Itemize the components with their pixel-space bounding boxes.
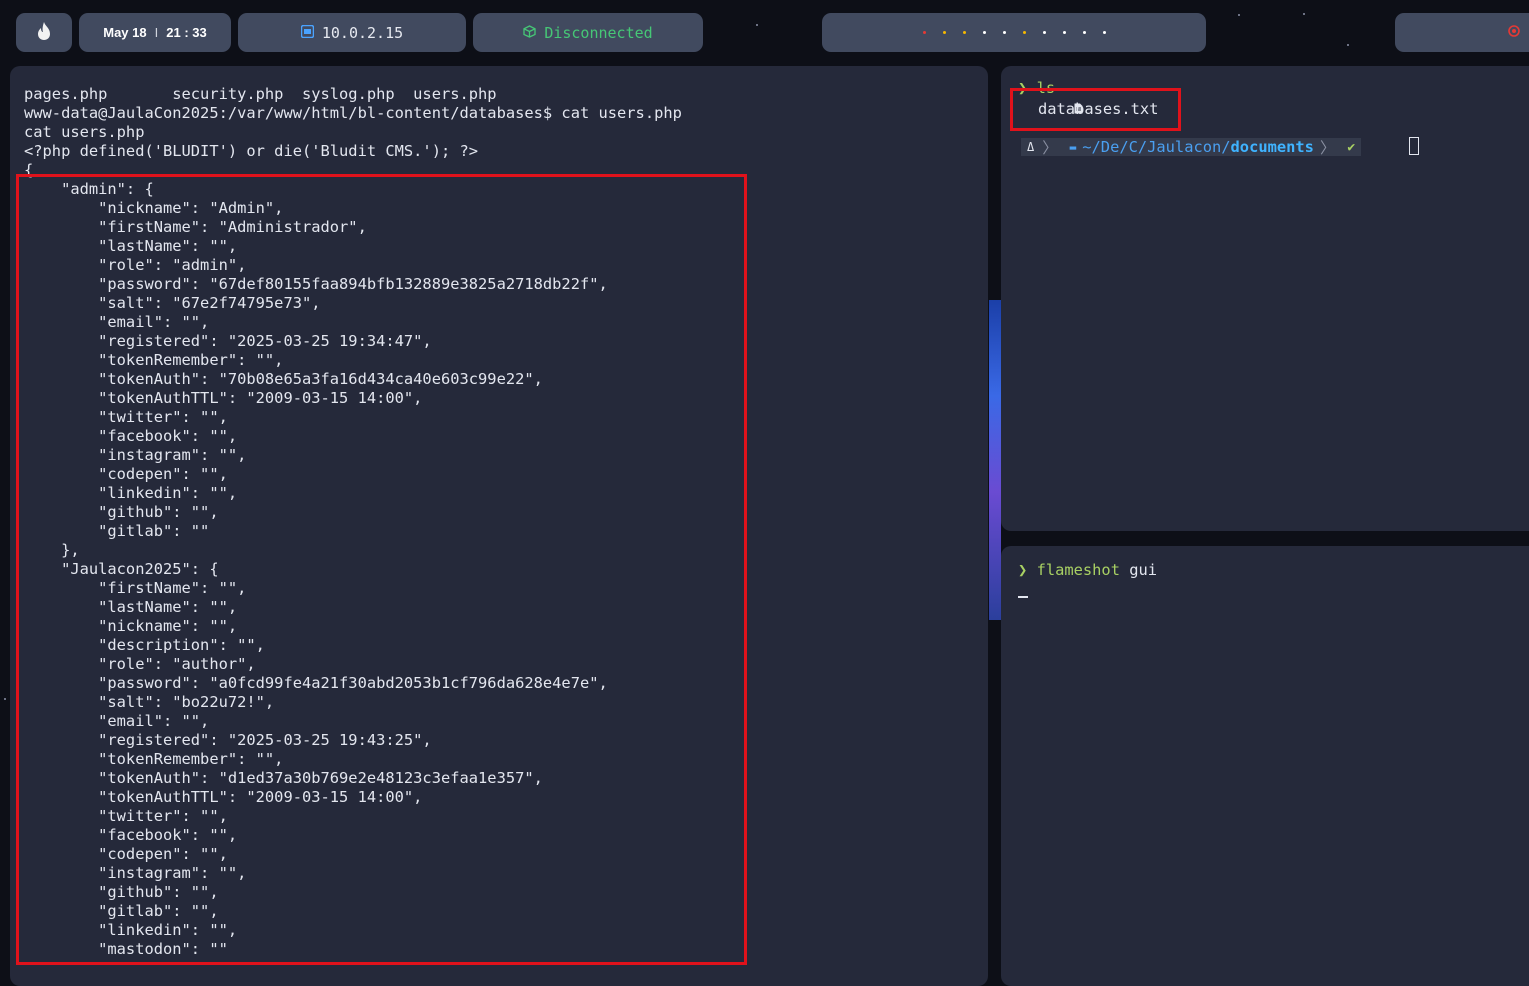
workspace-dot-7[interactable] — [1042, 31, 1046, 34]
highlight-box — [1010, 88, 1181, 131]
highlight-box — [16, 174, 747, 965]
terminal-line: cat users.php — [24, 123, 145, 141]
powerline-prompt: Δ 〉 ▬ ~/De/C/Jaulacon/documents 〉 ✔ — [1021, 138, 1362, 157]
terminal-left[interactable]: pages.php security.php syslog.php users.… — [10, 66, 988, 986]
text-cursor — [1018, 596, 1028, 598]
path-prefix: ~/De/C/Jaulacon/ — [1082, 138, 1231, 156]
network-icon — [300, 24, 315, 42]
terminal-line: pages.php security.php syslog.php users.… — [24, 85, 497, 103]
command-arg: gui — [1129, 561, 1158, 579]
date-text: May 18 — [103, 25, 147, 40]
terminal-line: www-data@JaulaCon2025:/var/www/html/bl-c… — [24, 104, 682, 122]
terminal-right-top[interactable]: ❯ ls databases.txt Δ 〉 ▬ ~/De/C/Jaulacon… — [1001, 66, 1529, 531]
star-decoration — [4, 698, 6, 700]
star-decoration — [756, 24, 758, 26]
workspace-dot-9[interactable] — [1082, 31, 1086, 34]
command-line: ❯ flameshot gui — [1018, 561, 1157, 579]
workspace-switcher[interactable] — [822, 13, 1206, 52]
star-decoration — [1347, 44, 1349, 46]
clock-separator: I — [154, 25, 159, 40]
clock-widget[interactable]: May 18 I 21 : 33 — [79, 13, 231, 52]
workspace-dot-4[interactable] — [982, 31, 986, 34]
star-decoration — [1303, 13, 1305, 15]
terminal-right-bottom[interactable]: ❯ flameshot gui — [1001, 546, 1529, 986]
path-segment: ▬ ~/De/C/Jaulacon/documents 〉 — [1063, 138, 1342, 157]
flame-icon — [36, 21, 52, 45]
terminal-line: <?php defined('BLUDIT') or die('Bludit C… — [24, 142, 479, 160]
workspace-dot-6[interactable] — [1022, 31, 1026, 34]
workspace-dot-1[interactable] — [922, 31, 926, 34]
star-decoration — [1238, 14, 1240, 16]
wallpaper-accent — [989, 300, 1001, 620]
os-segment: Δ 〉 — [1021, 138, 1064, 157]
time-text: 21 : 33 — [166, 25, 207, 40]
ip-widget[interactable]: 10.0.2.15 — [238, 13, 466, 52]
prompt-arrow: ❯ — [1018, 561, 1028, 579]
command-text: flameshot — [1036, 561, 1120, 579]
status-segment: ✔ — [1341, 138, 1362, 156]
cube-icon — [523, 24, 536, 42]
vpn-status: Disconnected — [544, 23, 653, 42]
power-icon[interactable] — [1507, 23, 1521, 42]
vpn-widget[interactable]: Disconnected — [473, 13, 703, 52]
workspace-dot-3[interactable] — [962, 31, 966, 34]
linux-icon: Δ — [1027, 140, 1035, 154]
ip-address: 10.0.2.15 — [321, 23, 404, 42]
path-current: documents — [1230, 138, 1314, 156]
workspace-dot-10[interactable] — [1102, 31, 1106, 34]
workspace-dot-5[interactable] — [1002, 31, 1006, 34]
status-check: ✔ — [1347, 139, 1356, 155]
text-cursor — [1409, 137, 1419, 155]
launcher-button[interactable] — [16, 13, 72, 52]
workspace-dot-2[interactable] — [942, 31, 946, 34]
power-widget[interactable] — [1395, 13, 1529, 52]
folder-icon: ▬ — [1069, 140, 1077, 154]
workspace-dot-8[interactable] — [1062, 31, 1066, 34]
